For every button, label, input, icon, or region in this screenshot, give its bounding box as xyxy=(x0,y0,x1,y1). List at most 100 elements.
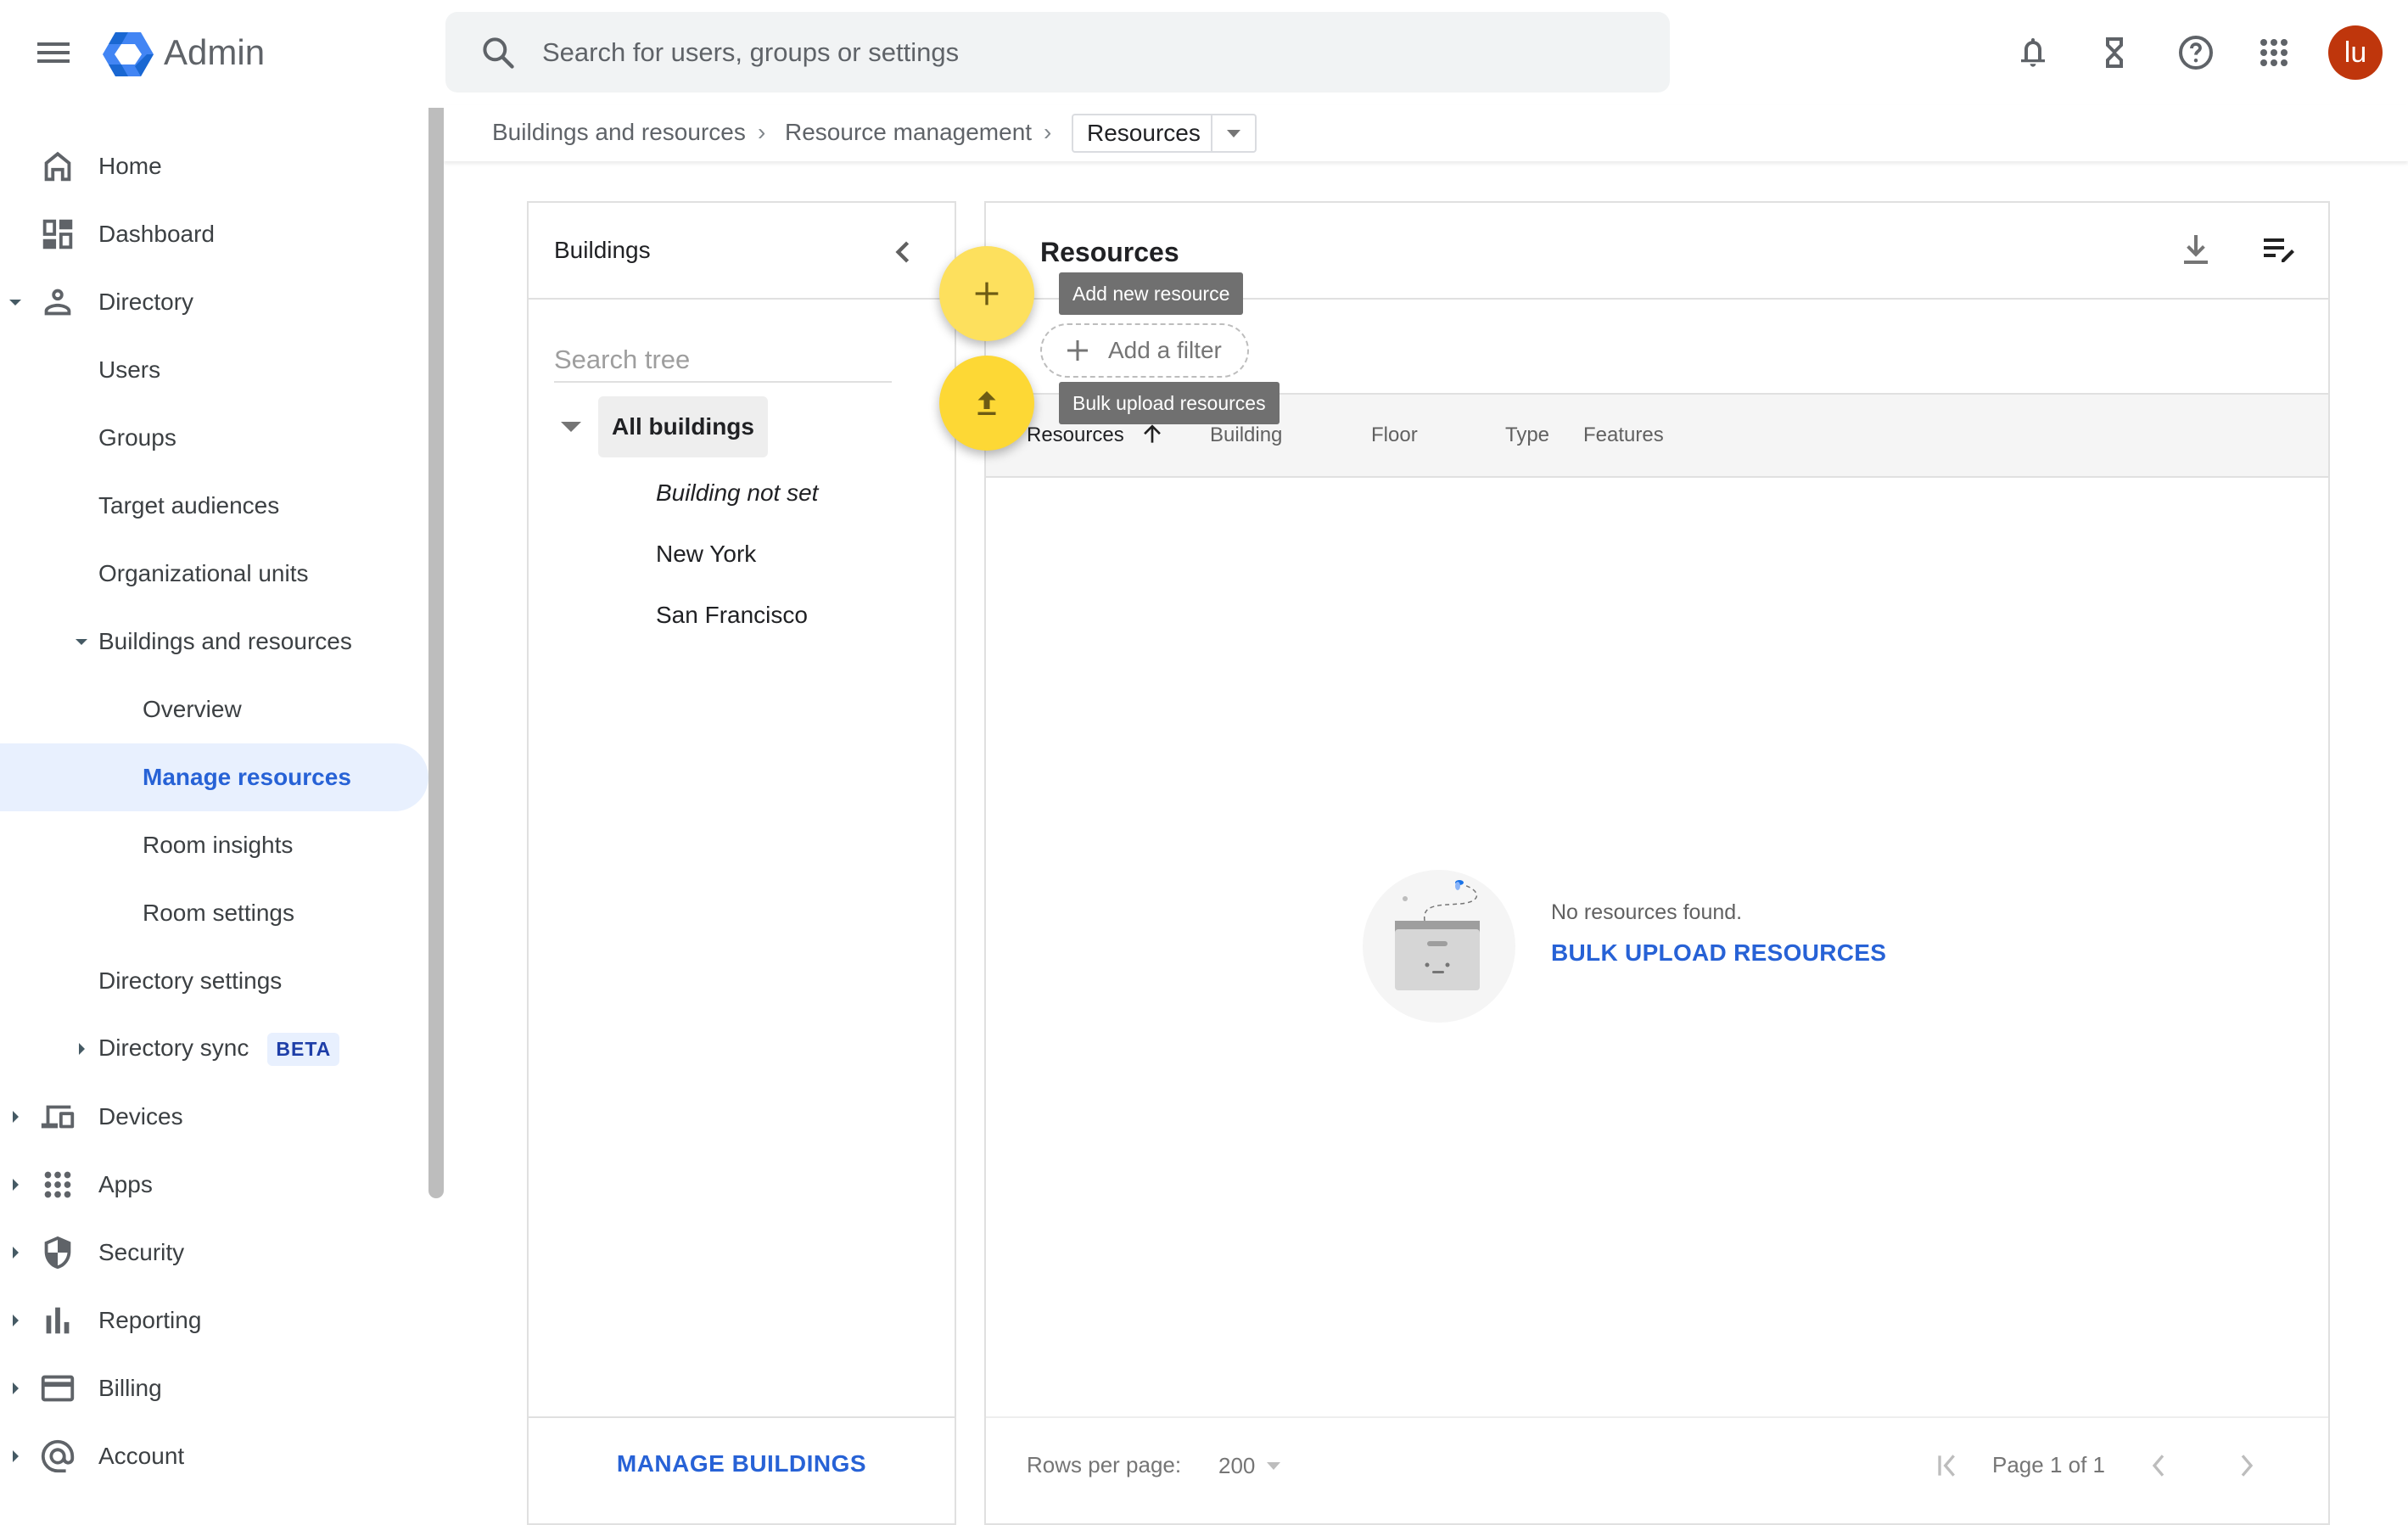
tree-node-label[interactable]: All buildings xyxy=(598,396,768,457)
sidebar-item-directory[interactable]: Directory xyxy=(0,268,428,336)
download-icon xyxy=(2184,235,2208,264)
billing-card-icon xyxy=(41,1375,75,1402)
tasks-button[interactable] xyxy=(2094,32,2135,73)
admin-logo[interactable] xyxy=(102,31,154,78)
sidebar-item-manage-resources[interactable]: Manage resources xyxy=(0,743,428,811)
sidebar-item-label: Room insights xyxy=(143,832,294,858)
add-new-resource-fab[interactable] xyxy=(939,246,1034,341)
tree-node-building-not-set[interactable]: Building not set xyxy=(656,479,818,507)
first-page-icon[interactable] xyxy=(1931,1449,1965,1483)
sidebar-item-room-settings[interactable]: Room settings xyxy=(0,879,428,947)
rows-per-page-select[interactable]: 200 xyxy=(1218,1449,1282,1483)
caret-right-icon[interactable] xyxy=(7,1448,24,1465)
sidebar-item-buildings-and-resources[interactable]: Buildings and resources xyxy=(0,608,428,676)
sidebar-item-label: Target audiences xyxy=(98,492,280,519)
sidebar-item-label: Devices xyxy=(98,1103,183,1130)
sidebar-item-room-insights[interactable]: Room insights xyxy=(0,811,428,879)
tree-node-san-francisco[interactable]: San Francisco xyxy=(656,602,808,629)
empty-box-illustration-icon xyxy=(1363,870,1515,1023)
sidebar-item-label: Overview xyxy=(143,696,242,722)
sidebar-item-label: Directory xyxy=(98,289,194,315)
caret-right-icon[interactable] xyxy=(73,1040,90,1057)
caret-right-icon[interactable] xyxy=(7,1176,24,1193)
hourglass-icon xyxy=(2106,37,2123,68)
collapse-panel-button[interactable] xyxy=(885,233,922,271)
sidebar-item-users[interactable]: Users xyxy=(0,336,428,404)
sidebar-item-directory-settings[interactable]: Directory settings xyxy=(0,947,428,1015)
breadcrumb-item-buildings-and-resources[interactable]: Buildings and resources xyxy=(492,115,746,149)
sidebar-item-reporting[interactable]: Reporting xyxy=(0,1287,428,1354)
breadcrumb-separator-icon: › xyxy=(758,119,766,145)
chevron-left-icon xyxy=(895,241,910,263)
sidebar-item-overview[interactable]: Overview xyxy=(0,676,428,743)
breadcrumb-item-resource-management[interactable]: Resource management xyxy=(785,115,1032,149)
sidebar-item-account[interactable]: Account xyxy=(0,1422,428,1490)
download-button[interactable] xyxy=(2176,230,2216,271)
sidebar-item-target-audiences[interactable]: Target audiences xyxy=(0,472,428,540)
help-icon xyxy=(2179,36,2213,70)
home-icon xyxy=(44,151,71,182)
column-header-resources[interactable]: Resources xyxy=(1027,423,1124,447)
divider xyxy=(529,1416,955,1418)
search-tree-input[interactable] xyxy=(554,339,892,383)
empty-state-message: No resources found. xyxy=(1551,900,1743,924)
chevron-left-icon[interactable] xyxy=(2142,1449,2176,1483)
tree-node-all-buildings[interactable]: All buildings xyxy=(554,396,768,457)
caret-down-icon[interactable] xyxy=(7,294,24,311)
manage-columns-button[interactable] xyxy=(2259,230,2299,271)
chevron-right-icon[interactable] xyxy=(2230,1449,2264,1483)
sidebar-item-groups[interactable]: Groups xyxy=(0,404,428,472)
upload-icon xyxy=(977,391,996,415)
sidebar-item-home[interactable]: Home xyxy=(0,132,428,200)
notifications-button[interactable] xyxy=(2013,32,2053,73)
sidebar-item-label: Security xyxy=(98,1239,185,1265)
sidebar-item-organizational-units[interactable]: Organizational units xyxy=(0,540,428,608)
account-at-icon xyxy=(41,1439,75,1473)
page-indicator: Page 1 of 1 xyxy=(1992,1452,2105,1477)
tree-node-new-york[interactable]: New York xyxy=(656,541,756,568)
global-search-bar[interactable] xyxy=(445,12,1670,93)
apps-icon xyxy=(44,1171,71,1198)
sidebar-item-directory-sync[interactable]: Directory sync BETA xyxy=(0,1015,428,1083)
search-icon xyxy=(483,37,514,69)
add-filter-button[interactable]: Add a filter xyxy=(1040,323,1249,378)
notifications-bell-icon xyxy=(2021,38,2045,67)
caret-down-icon[interactable] xyxy=(554,410,588,444)
manage-buildings-button[interactable]: MANAGE BUILDINGS xyxy=(529,1450,955,1477)
bulk-upload-resources-link[interactable]: BULK UPLOAD RESOURCES xyxy=(1551,939,1886,967)
caret-right-icon[interactable] xyxy=(7,1244,24,1261)
person-icon xyxy=(44,289,71,316)
sidebar-item-devices[interactable]: Devices xyxy=(0,1083,428,1151)
breadcrumb-dropdown-button[interactable] xyxy=(1212,115,1255,151)
sidebar-item-label: Groups xyxy=(98,424,176,451)
account-avatar[interactable]: lu xyxy=(2328,25,2383,80)
sidebar-item-apps[interactable]: Apps xyxy=(0,1151,428,1219)
security-shield-icon xyxy=(44,1236,71,1270)
caret-down-icon[interactable] xyxy=(73,633,90,650)
reporting-bar-chart-icon xyxy=(46,1307,70,1334)
caret-right-icon[interactable] xyxy=(7,1312,24,1329)
plus-icon xyxy=(1067,340,1088,361)
sidebar-scrollbar-thumb[interactable] xyxy=(428,108,444,1198)
plus-icon xyxy=(975,282,999,306)
google-apps-button[interactable] xyxy=(2254,32,2294,73)
caret-right-icon[interactable] xyxy=(7,1108,24,1125)
global-search-input[interactable] xyxy=(542,29,1603,76)
sidebar-item-label: Directory sync BETA xyxy=(98,1032,340,1066)
breadcrumb-current-selector[interactable]: Resources xyxy=(1072,114,1257,153)
column-header-features[interactable]: Features xyxy=(1583,423,1664,447)
column-header-building[interactable]: Building xyxy=(1210,423,1282,447)
sidebar-nav: Home Dashboard Directory Users Groups Ta… xyxy=(0,105,428,1509)
help-button[interactable] xyxy=(2176,32,2216,73)
sidebar-item-dashboard[interactable]: Dashboard xyxy=(0,200,428,268)
column-header-floor[interactable]: Floor xyxy=(1371,423,1418,447)
bulk-upload-resources-fab[interactable] xyxy=(939,356,1034,451)
main-menu-button[interactable] xyxy=(31,32,76,73)
column-header-type[interactable]: Type xyxy=(1505,423,1549,447)
sidebar-item-security[interactable]: Security xyxy=(0,1219,428,1287)
sidebar-item-billing[interactable]: Billing xyxy=(0,1354,428,1422)
sidebar-item-label: Home xyxy=(98,153,162,179)
caret-right-icon[interactable] xyxy=(7,1380,24,1397)
devices-icon xyxy=(41,1105,75,1129)
sidebar-item-label: Directory settings xyxy=(98,967,283,994)
